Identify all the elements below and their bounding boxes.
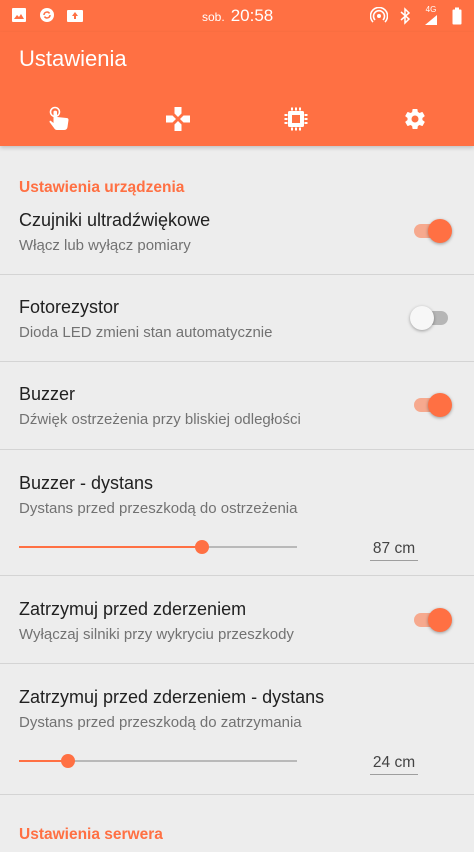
pref-title: Zatrzymuj przed zderzeniem xyxy=(19,599,246,620)
switch-thumb xyxy=(428,393,452,417)
sync-icon xyxy=(38,6,56,24)
battery-icon xyxy=(448,7,466,25)
buzzer-switch[interactable] xyxy=(412,393,452,417)
tab-chip[interactable] xyxy=(237,96,356,146)
pref-title: Fotorezystor xyxy=(19,297,119,318)
status-time: 20:58 xyxy=(231,6,274,26)
stop-distance-value: 24 cm xyxy=(370,754,418,775)
chip-icon xyxy=(284,107,308,136)
section-header-server: Ustawienia serwera xyxy=(0,795,474,852)
pref-summary: Włącz lub wyłącz pomiary xyxy=(19,237,191,254)
pref-summary: Dioda LED zmieni stan automatycznie xyxy=(19,324,272,341)
touch-icon xyxy=(48,106,70,137)
buzzer-distance-slider[interactable] xyxy=(19,539,297,555)
image-icon xyxy=(10,6,28,24)
pref-stop-distance[interactable]: Zatrzymuj przed zderzeniem - dystans Dys… xyxy=(0,664,474,795)
tab-bar xyxy=(0,96,474,146)
slider-fill xyxy=(19,546,202,548)
tab-touch[interactable] xyxy=(0,96,119,146)
pref-title: Zatrzymuj przed zderzeniem - dystans xyxy=(19,687,324,708)
ultrasonic-switch[interactable] xyxy=(412,219,452,243)
pref-ultrasonic-sensors[interactable]: Czujniki ultradźwiękowe Włącz lub wyłącz… xyxy=(0,206,474,275)
buzzer-distance-value: 87 cm xyxy=(370,540,418,561)
status-day: sob. xyxy=(202,10,225,24)
gear-icon xyxy=(403,107,427,136)
media-upload-icon xyxy=(66,6,84,24)
section-header-device: Ustawienia urządzenia xyxy=(0,146,474,206)
stop-before-collision-switch[interactable] xyxy=(412,608,452,632)
pref-summary: Wyłączaj silniki przy wykryciu przeszkod… xyxy=(19,626,294,643)
photoresistor-switch[interactable] xyxy=(412,306,452,330)
pref-title: Buzzer xyxy=(19,384,75,405)
tab-gamepad[interactable] xyxy=(119,96,238,146)
settings-list: Ustawienia urządzenia Czujniki ultradźwi… xyxy=(0,146,474,852)
pref-summary: Dystans przed przeszkodą do ostrzeżenia xyxy=(19,500,297,517)
pref-photoresistor[interactable]: Fotorezystor Dioda LED zmieni stan autom… xyxy=(0,275,474,362)
pref-buzzer[interactable]: Buzzer Dźwięk ostrzeżenia przy bliskiej … xyxy=(0,362,474,450)
switch-thumb xyxy=(428,219,452,243)
switch-thumb xyxy=(410,306,434,330)
pref-title: Buzzer - dystans xyxy=(19,473,153,494)
page-title: Ustawienia xyxy=(19,46,127,72)
tab-settings[interactable] xyxy=(356,96,474,146)
pref-stop-before-collision[interactable]: Zatrzymuj przed zderzeniem Wyłączaj siln… xyxy=(0,576,474,664)
bluetooth-icon xyxy=(396,7,414,25)
pref-buzzer-distance[interactable]: Buzzer - dystans Dystans przed przeszkod… xyxy=(0,450,474,576)
app-bar: Ustawienia xyxy=(0,32,474,146)
pref-summary: Dźwięk ostrzeżenia przy bliskiej odległo… xyxy=(19,411,301,428)
status-bar: sob. 20:58 4G xyxy=(0,0,474,32)
pref-summary: Dystans przed przeszkodą do zatrzymania xyxy=(19,714,302,731)
stop-distance-slider[interactable] xyxy=(19,753,297,769)
slider-knob[interactable] xyxy=(195,540,209,554)
gamepad-icon xyxy=(165,106,191,137)
signal-icon xyxy=(422,14,440,26)
switch-thumb xyxy=(428,608,452,632)
network-type: 4G xyxy=(426,6,437,14)
pref-title: Czujniki ultradźwiękowe xyxy=(19,210,210,231)
slider-knob[interactable] xyxy=(61,754,75,768)
hotspot-icon xyxy=(370,7,388,25)
